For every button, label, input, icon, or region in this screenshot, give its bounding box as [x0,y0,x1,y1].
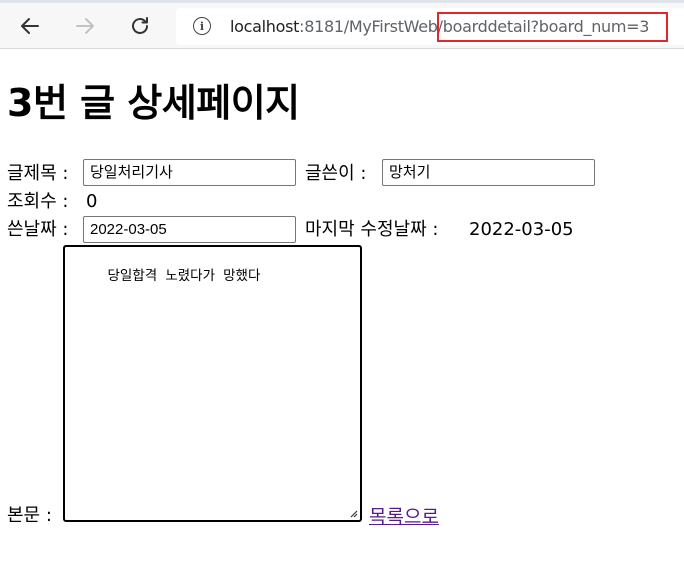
page-content: 3번 글 상세페이지 글제목 : 당일처리기사 글쓴이 : 망처기 조회수 : … [0,50,684,572]
url-text[interactable]: localhost:8181/MyFirstWeb/boarddetail?bo… [230,17,649,36]
writer-input[interactable]: 망처기 [382,159,595,186]
views-value: 0 [86,191,98,212]
reload-icon[interactable] [125,11,155,41]
info-icon[interactable]: i [193,17,211,35]
url-host: localhost [230,17,300,36]
url-path: :8181/MyFirstWeb/boarddetail?board_num=3 [299,17,650,36]
forward-arrow-icon[interactable] [70,11,100,41]
page-title: 3번 글 상세페이지 [7,81,300,125]
modified-date-label: 마지막 수정날짜 : [305,219,439,240]
resize-grip-icon[interactable] [348,508,358,518]
subject-label: 글제목 : [7,163,69,184]
date-label: 쓴날짜 : [7,219,69,240]
date-input[interactable]: 2022-03-05 [83,216,296,243]
body-text: 당일합격 노렸다가 망했다 [107,268,261,284]
address-bar[interactable]: i localhost:8181/MyFirstWeb/boarddetail?… [176,8,684,45]
list-link[interactable]: 목록으로 [369,502,439,529]
body-textarea[interactable]: 당일합격 노렸다가 망했다 [63,245,362,522]
writer-label: 글쓴이 : [305,163,367,184]
views-label: 조회수 : [7,191,69,212]
browser-toolbar: i localhost:8181/MyFirstWeb/boarddetail?… [0,0,684,49]
body-label: 본문 : [7,505,52,526]
back-arrow-icon[interactable] [15,11,45,41]
modified-date-value: 2022-03-05 [469,219,574,240]
subject-input[interactable]: 당일처리기사 [83,159,296,186]
